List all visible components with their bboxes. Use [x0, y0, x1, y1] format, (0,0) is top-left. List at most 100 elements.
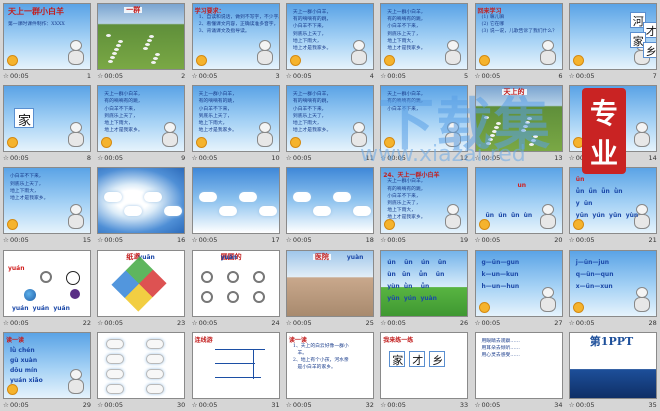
slide-thumbnail-cell[interactable]: 连线游 ☆ 00:05 31: [189, 329, 283, 411]
slide-thumbnail[interactable]: 纸鸢 yuān: [97, 249, 186, 317]
slide-thumbnail[interactable]: 医院 yuàn: [285, 249, 374, 317]
slide-thumbnail[interactable]: 天上一群小白羊 第一课时课件制作：XXXX: [3, 3, 91, 70]
slide-thumbnail[interactable]: 天上一群小白羊， 有的嘀嘀有的跳， 小白羊不下来， 到底乐上天了， 地上下雨大， 地上才是…: [285, 85, 374, 153]
slide-thumbnail-cell[interactable]: ☆ 00:05 30: [94, 329, 188, 411]
transition-icon[interactable]: ☆: [380, 236, 386, 244]
transition-icon[interactable]: ☆: [475, 236, 481, 244]
slide-thumbnail-cell[interactable]: 纸鸢 yuān ☆ 00:05 23: [94, 247, 188, 329]
slide-thumbnail[interactable]: 天上一群小白羊， 有的嘀嘀有的跳， 小白羊不下来， 到底乐上天了， 地上下雨大， 地上才是…: [97, 85, 186, 153]
transition-icon[interactable]: ☆: [192, 319, 198, 327]
slide-thumbnail-cell[interactable]: 第1PPT ☆ 00:05 35: [566, 329, 660, 411]
slide-thumbnail-cell[interactable]: ☆ 00:05 17: [189, 164, 283, 246]
slide-thumbnail[interactable]: 读一读 1、天上的白云好像一群小 羊。 2、地上有个小孩，河水亲 是小白羊的家乡。: [285, 331, 374, 399]
slide-thumbnail-cell[interactable]: 读一读 lǜ chén gù xuàn dōu mín yuán xiǎo ☆ 00:05 2…: [0, 329, 94, 411]
transition-icon[interactable]: ☆: [3, 154, 9, 162]
slide-thumbnail-cell[interactable]: ☆ 00:05 18: [283, 164, 377, 246]
slide-thumbnail[interactable]: 天上的: [474, 85, 563, 153]
slide-thumbnail-cell[interactable]: 圆圆的 yuán ☆ 00:05 24: [189, 247, 283, 329]
slide-thumbnail[interactable]: ün ǖn ǘn ǚn ǜn y ün yūn yún yǔn yùn: [568, 167, 657, 235]
slide-thumbnail-cell[interactable]: ☆ 00:05 16: [94, 164, 188, 246]
transition-icon[interactable]: ☆: [192, 72, 198, 80]
slide-thumbnail[interactable]: [97, 167, 186, 235]
transition-icon[interactable]: ☆: [97, 154, 103, 162]
slide-thumbnail[interactable]: 天上一群小白羊， 有的嘀嘀有的跳， 小白羊不下来， 到底乐上天了， 地上下雨大， 地上才是…: [191, 85, 280, 153]
slide-thumbnail[interactable]: 连线游: [191, 331, 280, 399]
transition-icon[interactable]: ☆: [3, 236, 9, 244]
slide-thumbnail[interactable]: 学习要求： 1、自读和说话，做到不写字，不少字。 2、看懂课文内容，正确读准多音字，…: [191, 3, 280, 70]
transition-icon[interactable]: ☆: [3, 72, 9, 80]
slide-thumbnail-cell[interactable]: 我来练一练家才乡 ☆ 00:05 33: [377, 329, 471, 411]
slide-thumbnail-cell[interactable]: 天上的 ☆ 00:05 13: [472, 82, 566, 164]
slide-thumbnail-cell[interactable]: 河才家乡 ☆ 00:05 7: [566, 0, 660, 82]
transition-icon[interactable]: ☆: [380, 72, 386, 80]
slide-thumbnail-cell[interactable]: 医院 yuàn ☆ 00:05 25: [283, 247, 377, 329]
slide-thumbnail-cell[interactable]: ☆ 00:05 14: [566, 82, 660, 164]
transition-icon[interactable]: ☆: [286, 319, 292, 327]
transition-icon[interactable]: ☆: [569, 72, 575, 80]
slide-thumbnail-cell[interactable]: 家 ☆ 00:05 8: [0, 82, 94, 164]
slide-thumbnail-cell[interactable]: ün ǖn ǘn ǚn ǜn y ün yūn yún yǔn yùn ☆ 00:05 21: [566, 164, 660, 246]
slide-thumbnail[interactable]: 圆圆的 yuán: [191, 249, 280, 317]
transition-icon[interactable]: ☆: [3, 319, 9, 327]
slide-thumbnail[interactable]: 天上一群小白羊， 有的嘀嘀有的跳， 小白羊不下来， 到底乐上天了， 地上下雨大， 地上才是…: [285, 3, 374, 70]
slide-thumbnail[interactable]: 天上一群小白羊， 有的嘀嘀有的跳， 小白羊不下来，: [380, 85, 469, 153]
transition-icon[interactable]: ☆: [380, 401, 386, 409]
slide-thumbnail-cell[interactable]: 24、天上一群小白羊 天上一群小白羊， 有的嘀嘀有的跳， 小白羊不下来， 到底乐上天了，…: [377, 164, 471, 246]
slide-thumbnail[interactable]: 小白羊不下来， 到底乐上天了， 地上下雨大， 地上才是我家乡。: [3, 167, 91, 235]
slide-thumbnail[interactable]: 用眼睛去观察…… 用耳朵去倾听…… 用心灵去感受……: [474, 331, 563, 399]
transition-icon[interactable]: ☆: [192, 154, 198, 162]
slide-thumbnail-cell[interactable]: 用眼睛去观察…… 用耳朵去倾听…… 用心灵去感受…… ☆ 00:05 34: [472, 329, 566, 411]
transition-icon[interactable]: ☆: [192, 236, 198, 244]
transition-icon[interactable]: ☆: [569, 401, 575, 409]
slide-thumbnail-cell[interactable]: g—ün—gun k—un—kun h—un—hun ☆ 00:05 27: [472, 247, 566, 329]
slide-thumbnail[interactable]: un ūn ún ǔn ùn: [474, 167, 563, 235]
slide-thumbnail[interactable]: g—ün—gun k—un—kun h—un—hun: [474, 249, 563, 317]
transition-icon[interactable]: ☆: [97, 319, 103, 327]
transition-icon[interactable]: ☆: [475, 319, 481, 327]
slide-thumbnail-cell[interactable]: 天上一群小白羊 第一课时课件制作：XXXX ☆ 00:05 1: [0, 0, 94, 82]
slide-thumbnail[interactable]: [97, 331, 186, 399]
slide-thumbnail[interactable]: yuán yuán yuán yuán: [3, 249, 91, 317]
slide-thumbnail[interactable]: j—ün—jun q—ün—qun x—ün—xun: [568, 249, 657, 317]
slide-thumbnail-cell[interactable]: 小白羊不下来， 到底乐上天了， 地上下雨大， 地上才是我家乡。 ☆ 00:05 15: [0, 164, 94, 246]
transition-icon[interactable]: ☆: [97, 72, 103, 80]
slide-thumbnail[interactable]: 回来学习 (1) 嘛儿嘛 (2) 它在哪 (3) 说一说，儿歌告诉了我们什么？: [474, 3, 563, 70]
slide-thumbnail-cell[interactable]: 天上一群小白羊， 有的嘀嘀有的跳， 小白羊不下来， 到底乐上天了， 地上下雨大， 地上才是…: [283, 0, 377, 82]
slide-thumbnail-cell[interactable]: j—ün—jun q—ün—qun x—ün—xun ☆ 00:05 28: [566, 247, 660, 329]
slide-thumbnail-cell[interactable]: un ūn ún ǔn ùn ☆ 00:05 20: [472, 164, 566, 246]
transition-icon[interactable]: ☆: [475, 154, 481, 162]
slide-thumbnail-cell[interactable]: 天上一群小白羊， 有的嘀嘀有的跳， 小白羊不下来， 到底乐上天了， 地上下雨大， 地上才是…: [283, 82, 377, 164]
slide-thumbnail-cell[interactable]: ún ūn ún ūn ùn ūn ǚn ün yùn ǜn ǚn yūn yún y…: [377, 247, 471, 329]
transition-icon[interactable]: ☆: [569, 236, 575, 244]
slide-thumbnail[interactable]: 第1PPT: [568, 331, 657, 399]
slide-thumbnail-cell[interactable]: 读一读 1、天上的白云好像一群小 羊。 2、地上有个小孩，河水亲 是小白羊的家乡。 ☆…: [283, 329, 377, 411]
slide-thumbnail[interactable]: [191, 167, 280, 235]
transition-icon[interactable]: ☆: [192, 401, 198, 409]
transition-icon[interactable]: ☆: [97, 401, 103, 409]
transition-icon[interactable]: ☆: [475, 401, 481, 409]
slide-thumbnail-cell[interactable]: 学习要求： 1、自读和说话，做到不写字，不少字。 2、看懂课文内容，正确读准多音字，…: [189, 0, 283, 82]
slide-thumbnail-cell[interactable]: 天上一群小白羊， 有的嘀嘀有的跳， 小白羊不下来， 到底乐上天了， 地上下雨大， 地上才是…: [377, 0, 471, 82]
transition-icon[interactable]: ☆: [286, 154, 292, 162]
slide-thumbnail-cell[interactable]: 天上一群小白羊， 有的嘀嘀有的跳， 小白羊不下来， 到底乐上天了， 地上下雨大， 地上才是…: [189, 82, 283, 164]
slide-thumbnail[interactable]: 24、天上一群小白羊 天上一群小白羊， 有的嘀嘀有的跳， 小白羊不下来， 到底乐上天了，…: [380, 167, 469, 235]
transition-icon[interactable]: ☆: [286, 236, 292, 244]
transition-icon[interactable]: ☆: [569, 154, 575, 162]
slide-thumbnail[interactable]: [568, 85, 657, 153]
slide-thumbnail-cell[interactable]: 天上一群小白羊， 有的嘀嘀有的跳， 小白羊不下来， 到底乐上天了， 地上下雨大， 地上才是…: [94, 82, 188, 164]
slide-thumbnail[interactable]: 家: [3, 85, 91, 153]
slide-thumbnail-cell[interactable]: yuán yuán yuán yuán ☆ 00:05 22: [0, 247, 94, 329]
slide-thumbnail[interactable]: [285, 167, 374, 235]
transition-icon[interactable]: ☆: [286, 72, 292, 80]
slide-thumbnail-cell[interactable]: 天上一群小白羊， 有的嘀嘀有的跳， 小白羊不下来， ☆ 00:05 12: [377, 82, 471, 164]
transition-icon[interactable]: ☆: [380, 319, 386, 327]
transition-icon[interactable]: ☆: [3, 401, 9, 409]
slide-thumbnail-cell[interactable]: 回来学习 (1) 嘛儿嘛 (2) 它在哪 (3) 说一说，儿歌告诉了我们什么？ ☆ 00:…: [472, 0, 566, 82]
slide-thumbnail[interactable]: 我来练一练家才乡: [380, 331, 469, 399]
slide-thumbnail[interactable]: ún ūn ún ūn ùn ūn ǚn ün yùn ǜn ǚn yūn yún y…: [380, 249, 469, 317]
transition-icon[interactable]: ☆: [475, 72, 481, 80]
slide-thumbnail[interactable]: 河才家乡: [568, 3, 657, 70]
slide-thumbnail[interactable]: 一群: [97, 3, 186, 70]
slide-thumbnail[interactable]: 读一读 lǜ chén gù xuàn dōu mín yuán xiǎo: [3, 331, 91, 399]
transition-icon[interactable]: ☆: [97, 236, 103, 244]
